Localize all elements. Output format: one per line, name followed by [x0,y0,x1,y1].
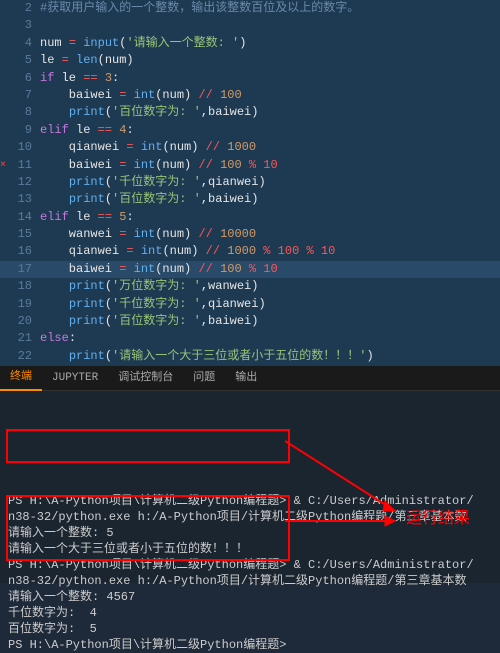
code-line[interactable]: 22 print('请输入一个大于三位或者小于五位的数！！！') [0,348,500,365]
code-line[interactable]: 17 baiwei = int(num) // 100 % 10 [0,261,500,278]
code-content: print('千位数字为: ',qianwei) [40,296,266,313]
panel-tab[interactable]: 调试控制台 [108,366,183,390]
code-content: else: [40,330,76,347]
line-number: 11× [0,157,40,174]
code-content: baiwei = int(num) // 100 % 10 [40,157,278,174]
code-content: if le == 3: [40,70,119,87]
code-content: baiwei = int(num) // 100 % 10 [40,261,278,278]
annotation-label: 运行结果 [406,511,470,527]
line-number: 17 [0,261,40,278]
code-line[interactable]: 18 print('万位数字为: ',wanwei) [0,278,500,295]
code-content: print('百位数字为: ',baiwei) [40,104,258,121]
code-content: print('百位数字为: ',baiwei) [40,313,258,330]
line-number: 4 [0,35,40,52]
code-content: #获取用户输入的一个整数，输出该整数百位及以上的数字。 [40,0,359,17]
code-content: qianwei = int(num) // 1000 % 100 % 10 [40,243,335,260]
code-line[interactable]: 6if le == 3: [0,70,500,87]
code-content: qianwei = int(num) // 1000 [40,139,256,156]
code-line[interactable]: 4num = input('请输入一个整数: ') [0,35,500,52]
code-content: print('百位数字为: ',baiwei) [40,191,258,208]
terminal-line: PS H:\A-Python项目\计算机二级Python编程题> & C:/Us… [8,557,492,573]
line-number: 3 [0,17,40,34]
code-content: print('千位数字为: ',qianwei) [40,174,266,191]
code-content: print('请输入一个大于三位或者小于五位的数！！！') [40,348,374,365]
panel-tab[interactable]: 问题 [183,366,225,390]
code-content: print('万位数字为: ',wanwei) [40,278,258,295]
line-number: 8 [0,104,40,121]
line-number: 10 [0,139,40,156]
line-number: 13 [0,191,40,208]
line-number: 5 [0,52,40,69]
line-number: 15 [0,226,40,243]
terminal-panel[interactable]: 运行结果 PS H:\A-Python项目\计算机二级Python编程题> & … [0,391,500,583]
line-number: 6 [0,70,40,87]
code-content: baiwei = int(num) // 100 [40,87,242,104]
code-editor[interactable]: 2#获取用户输入的一个整数，输出该整数百位及以上的数字。34num = inpu… [0,0,500,365]
terminal-line: PS H:\A-Python项目\计算机二级Python编程题> [8,637,492,653]
line-number: 21 [0,330,40,347]
line-number: 18 [0,278,40,295]
code-line[interactable]: 5le = len(num) [0,52,500,69]
code-line[interactable]: 15 wanwei = int(num) // 10000 [0,226,500,243]
code-line[interactable]: 19 print('千位数字为: ',qianwei) [0,296,500,313]
panel-tab[interactable]: 终端 [0,365,42,391]
panel-tab[interactable]: 输出 [225,366,267,390]
line-number: 16 [0,243,40,260]
code-line[interactable]: 2#获取用户输入的一个整数，输出该整数百位及以上的数字。 [0,0,500,17]
code-line[interactable]: 21else: [0,330,500,347]
line-number: 20 [0,313,40,330]
terminal-line: PS H:\A-Python项目\计算机二级Python编程题> & C:/Us… [8,493,492,509]
code-line[interactable]: 16 qianwei = int(num) // 1000 % 100 % 10 [0,243,500,260]
panel-tab[interactable]: JUPYTER [42,366,108,390]
terminal-line: 请输入一个整数: 4567 [8,589,492,605]
annotation-box-1 [6,429,290,463]
code-content: le = len(num) [40,52,134,69]
code-line[interactable]: 20 print('百位数字为: ',baiwei) [0,313,500,330]
line-number: 19 [0,296,40,313]
line-number: 14 [0,209,40,226]
terminal-line: n38-32/python.exe h:/A-Python项目/计算机二级Pyt… [8,573,492,589]
error-icon: × [0,157,6,174]
code-line[interactable]: 3 [0,17,500,34]
code-content: wanwei = int(num) // 10000 [40,226,256,243]
terminal-line: 千位数字为: 4 [8,605,492,621]
code-line[interactable]: 12 print('千位数字为: ',qianwei) [0,174,500,191]
terminal-line: 请输入一个大于三位或者小于五位的数！！！ [8,541,492,557]
code-line[interactable]: 9elif le == 4: [0,122,500,139]
code-line[interactable]: 7 baiwei = int(num) // 100 [0,87,500,104]
line-number: 12 [0,174,40,191]
code-content: num = input('请输入一个整数: ') [40,35,246,52]
code-line[interactable]: 14elif le == 5: [0,209,500,226]
panel-tabbar: 终端JUPYTER调试控制台问题输出 [0,365,500,391]
code-content: elif le == 4: [40,122,134,139]
line-number: 22 [0,348,40,365]
code-line[interactable]: 10 qianwei = int(num) // 1000 [0,139,500,156]
line-number: 2 [0,0,40,17]
code-line[interactable]: 11× baiwei = int(num) // 100 % 10 [0,157,500,174]
code-content: elif le == 5: [40,209,134,226]
terminal-line: 百位数字为: 5 [8,621,492,637]
line-number: 7 [0,87,40,104]
code-line[interactable]: 13 print('百位数字为: ',baiwei) [0,191,500,208]
code-line[interactable]: 8 print('百位数字为: ',baiwei) [0,104,500,121]
line-number: 9 [0,122,40,139]
